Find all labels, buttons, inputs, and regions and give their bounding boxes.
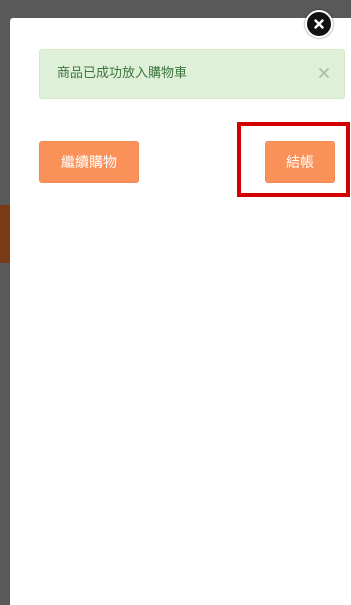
modal-close-icon[interactable] xyxy=(305,10,333,38)
alert-message: 商品已成功放入購物車 xyxy=(57,66,188,81)
continue-shopping-button[interactable]: 繼續購物 xyxy=(39,141,139,183)
background-page-strip xyxy=(0,205,10,263)
alert-close-icon[interactable] xyxy=(318,64,330,78)
checkout-highlight-box xyxy=(237,122,350,197)
success-alert: 商品已成功放入購物車 xyxy=(39,49,345,99)
cart-modal: 商品已成功放入購物車 繼續購物 結帳 xyxy=(10,18,351,605)
